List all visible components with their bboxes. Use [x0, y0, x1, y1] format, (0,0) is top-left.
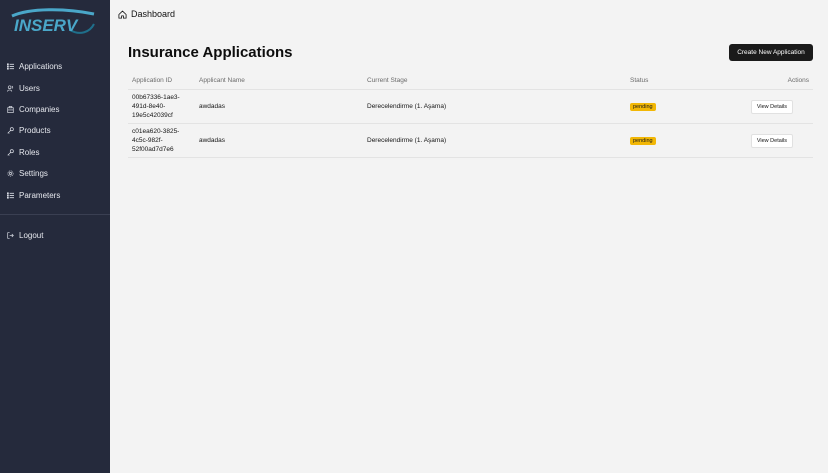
breadcrumb-dashboard[interactable]: Dashboard	[131, 9, 175, 19]
column-header-actions: Actions	[787, 77, 809, 84]
sidebar-item-label: Applications	[19, 62, 63, 72]
current-stage-cell: Derecelendirme (1. Aşama)	[367, 103, 447, 110]
view-details-button[interactable]: View Details	[750, 133, 793, 148]
logout-section: Logout	[0, 225, 110, 246]
application-id-cell: 00b67336-1ae3- 491d-8e40- 19e5c42039cf	[128, 93, 195, 120]
status-cell: pending	[626, 136, 736, 145]
actions-cell: View Details	[736, 133, 813, 148]
sidebar-item-products[interactable]: Products	[0, 120, 110, 141]
sidebar-item-users[interactable]: Users	[0, 77, 110, 98]
create-application-button[interactable]: Create New Application	[729, 44, 813, 61]
applicant-name-cell: awdadas	[199, 103, 226, 110]
page-title: Insurance Applications	[128, 44, 293, 61]
current-stage-cell: Derecelendirme (1. Aşama)	[367, 137, 447, 144]
table-row: c01ea620-3825- 4c5c-982f- 52f00ad7d7e6 a…	[128, 124, 813, 158]
table-row: 00b67336-1ae3- 491d-8e40- 19e5c42039cf a…	[128, 90, 813, 124]
sidebar-item-settings[interactable]: Settings	[0, 163, 110, 184]
application-id-line: 491d-8e40-	[132, 103, 166, 110]
sidebar-divider	[0, 214, 110, 215]
application-id-cell: c01ea620-3825- 4c5c-982f- 52f00ad7d7e6	[128, 127, 195, 154]
building-icon	[7, 106, 14, 113]
sidebar-item-label: Products	[19, 126, 51, 136]
logout-label: Logout	[19, 231, 44, 241]
key-icon	[7, 149, 14, 156]
key-icon	[7, 127, 14, 135]
column-header-applicant-name: Applicant Name	[199, 77, 245, 84]
inserv-logo[interactable]: INSERV	[10, 6, 96, 38]
sidebar-item-label: Roles	[19, 147, 40, 157]
application-id-line: 19e5c42039cf	[132, 112, 173, 119]
list-icon	[7, 191, 14, 199]
sidebar-item-label: Parameters	[19, 190, 61, 200]
status-badge: pending	[630, 102, 656, 111]
sidebar-item-label: Settings	[19, 169, 48, 179]
application-id-line: 00b67336-1ae3-	[132, 94, 180, 101]
logout-icon	[7, 232, 14, 239]
sidebar-item-roles[interactable]: Roles	[0, 142, 110, 163]
column-header-status: Status	[630, 77, 649, 84]
sidebar-item-label: Companies	[19, 104, 60, 114]
sidebar-item-label: Users	[19, 83, 40, 93]
logout-button[interactable]: Logout	[0, 225, 110, 246]
breadcrumb: Dashboard	[110, 0, 828, 28]
application-id-line: c01ea620-3825-	[132, 128, 180, 135]
gear-icon	[7, 170, 14, 177]
application-id-line: 52f00ad7d7e6	[132, 146, 174, 153]
actions-cell: View Details	[736, 99, 813, 114]
column-header-application-id: Application ID	[132, 77, 173, 84]
status-cell: pending	[626, 102, 736, 111]
sidebar-nav: Applications Users Companies Products Ro…	[0, 56, 110, 206]
logo-text: INSERV	[14, 16, 79, 35]
table-header: Application ID Applicant Name Current St…	[128, 72, 813, 90]
application-id-line: 4c5c-982f-	[132, 137, 163, 144]
users-icon	[7, 85, 14, 92]
column-header-current-stage: Current Stage	[367, 77, 408, 84]
logo-graphic: INSERV	[11, 8, 95, 35]
sidebar-item-companies[interactable]: Companies	[0, 99, 110, 120]
sidebar: INSERV Applications Users Companies Prod…	[0, 0, 110, 473]
sidebar-item-parameters[interactable]: Parameters	[0, 184, 110, 205]
applicant-name-cell: awdadas	[199, 137, 226, 144]
list-icon	[7, 63, 14, 70]
status-badge: pending	[630, 136, 656, 145]
view-details-button[interactable]: View Details	[750, 99, 793, 114]
sidebar-item-applications[interactable]: Applications	[0, 56, 110, 77]
home-icon[interactable]	[118, 10, 127, 19]
applications-table: Application ID Applicant Name Current St…	[128, 72, 813, 158]
